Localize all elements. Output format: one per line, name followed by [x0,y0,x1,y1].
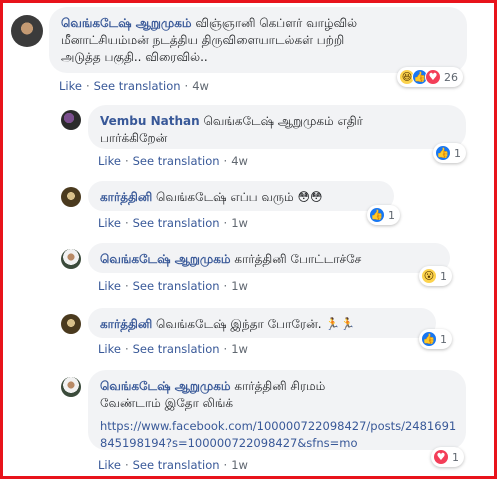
avatar[interactable] [61,377,81,397]
see-translation-link[interactable]: See translation [133,154,220,168]
separator: · [124,342,129,356]
reply-bubble: கார்த்தினி வெங்கடேஷ் எப்ப வரும் 😳😳 [88,181,394,211]
reply-bubble: வெங்கடேஷ் ஆறுமுகம் கார்த்தினி சிரமம் வேண… [88,370,466,450]
reply-text-line1: வெங்கடேஷ் ஆறுமுகம் எதிர் [203,114,363,128]
like-icon: 👍 [435,145,451,161]
avatar[interactable] [61,187,81,207]
separator: · [124,154,129,168]
reply-text-line1: வெங்கடேஷ் எப்ப வரும் 😳😳 [156,190,323,204]
like-icon: 👍 [369,207,385,223]
timestamp[interactable]: 4w [231,154,248,168]
avatar[interactable] [11,15,43,47]
reply-bubble: வெங்கடேஷ் ஆறுமுகம் கார்த்தினி போட்டாச்சே [88,243,450,273]
timestamp[interactable]: 1w [231,279,248,293]
love-icon: ♥ [433,449,449,465]
reply-actions: Like · See translation · 1w [98,279,248,293]
reaction-summary[interactable]: 👍 1 [367,205,400,225]
reply-author[interactable]: கார்த்தினி [100,190,152,204]
post-link[interactable]: https://www.facebook.com/100000722098427… [100,418,456,435]
comment-text-line3: அடுத்த பகுதி.. விரைவில்.. [61,50,208,64]
screenshot-frame: வெங்கடேஷ் ஆறுமுகம் விஞ்ஞானி கெப்ளர் வாழ்… [0,0,497,479]
separator: · [223,154,228,168]
reply-text-line2: வேண்டாம் இதோ லிங்க் [100,396,234,410]
see-translation-link[interactable]: See translation [133,342,220,356]
reply-text-line1: வெங்கடேஷ் இந்தா போரேன். 🏃🏃 [156,317,356,331]
timestamp[interactable]: 1w [231,458,248,472]
like-button[interactable]: Like [98,279,121,293]
avatar[interactable] [61,314,81,334]
comment-text-line1: விஞ்ஞானி கெப்ளர் வாழ்வில் [195,16,358,30]
separator: · [124,216,129,230]
reaction-count: 1 [440,269,447,283]
reply-actions: Like · See translation · 1w [98,216,248,230]
comment-text-line2: மீனாட்சியம்மன் நடத்திய திருவிளையாடல்கள் … [61,33,345,47]
see-translation-link[interactable]: See translation [133,279,220,293]
reaction-summary[interactable]: 😮 1 [419,266,452,286]
reply-bubble: கார்த்தினி வெங்கடேஷ் இந்தா போரேன். 🏃🏃 [88,308,436,338]
love-icon: ♥ [425,69,441,85]
separator: · [124,279,129,293]
reply-author[interactable]: Vembu Nathan [100,114,200,128]
like-button[interactable]: Like [98,216,121,230]
reply-author[interactable]: வெங்கடேஷ் ஆறுமுகம் [100,252,231,266]
timestamp[interactable]: 1w [231,342,248,356]
see-translation-link[interactable]: See translation [94,79,181,93]
reaction-summary[interactable]: 😆 👍 ♥ 26 [397,67,463,87]
separator: · [223,216,228,230]
reply-text-line2: பார்க்கிறேன் [100,131,168,145]
separator: · [223,458,228,472]
reaction-count: 1 [440,332,447,346]
reply-text-line1: கார்த்தினி போட்டாச்சே [234,252,362,266]
comment-author[interactable]: வெங்கடேஷ் ஆறுமுகம் [61,16,192,30]
reaction-count: 26 [444,70,458,84]
reaction-summary[interactable]: 👍 1 [419,329,452,349]
reaction-count: 1 [452,450,459,464]
like-button[interactable]: Like [98,342,121,356]
see-translation-link[interactable]: See translation [133,216,220,230]
reply-actions: Like · See translation · 1w [98,342,248,356]
reaction-summary[interactable]: ♥ 1 [431,447,464,467]
timestamp[interactable]: 1w [231,216,248,230]
like-button[interactable]: Like [59,79,82,93]
post-link-continued[interactable]: 845198194?s=100000722098427&sfns=mo [100,435,454,452]
reaction-count: 1 [388,208,395,222]
like-button[interactable]: Like [98,154,121,168]
separator: · [223,342,228,356]
comment-actions: Like · See translation · 4w [59,79,209,93]
separator: · [85,79,90,93]
avatar[interactable] [61,249,81,269]
wow-icon: 😮 [421,268,437,284]
reply-bubble: Vembu Nathan வெங்கடேஷ் ஆறுமுகம் எதிர் பா… [88,105,466,149]
reaction-summary[interactable]: 👍 1 [433,143,466,163]
reply-author[interactable]: கார்த்தினி [100,317,152,331]
comment-bubble: வெங்கடேஷ் ஆறுமுகம் விஞ்ஞானி கெப்ளர் வாழ்… [49,7,467,73]
reply-text-line1: கார்த்தினி சிரமம் [234,379,326,393]
reply-actions: Like · See translation · 4w [98,154,248,168]
avatar[interactable] [61,110,81,130]
separator: · [223,279,228,293]
separator: · [184,79,189,93]
separator: · [124,458,129,472]
reply-actions: Like · See translation · 1w [98,458,248,472]
like-icon: 👍 [421,331,437,347]
like-button[interactable]: Like [98,458,121,472]
timestamp[interactable]: 4w [192,79,209,93]
reply-author[interactable]: வெங்கடேஷ் ஆறுமுகம் [100,379,231,393]
see-translation-link[interactable]: See translation [133,458,220,472]
reaction-count: 1 [454,146,461,160]
